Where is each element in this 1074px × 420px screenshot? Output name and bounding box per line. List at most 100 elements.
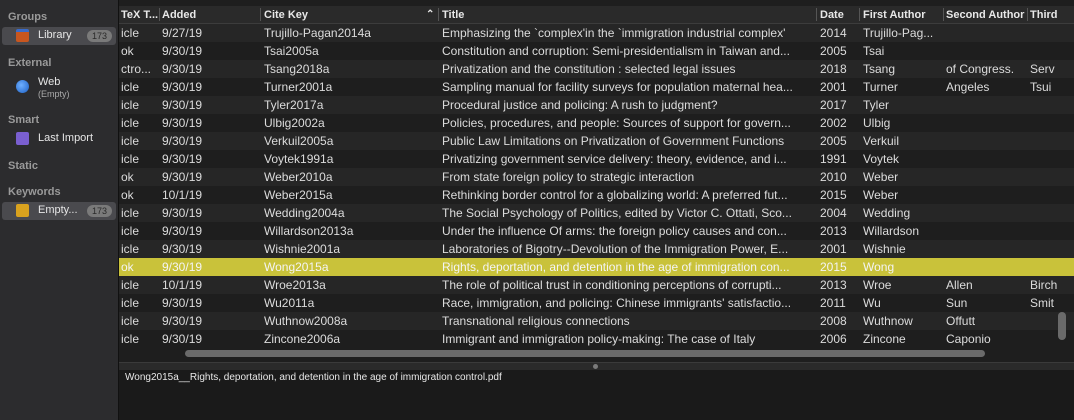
table-row[interactable]: icle 10/1/19 Wroe2013a The role of politica… xyxy=(119,276,1074,294)
cell-title: From state foreign policy to strategic i… xyxy=(442,170,695,184)
sidebar-item-last-import[interactable]: Last Import xyxy=(2,130,116,148)
column-header-third-author[interactable]: Third xyxy=(1030,9,1060,21)
sidebar-item-library[interactable]: Library 173 xyxy=(2,27,116,45)
table-row-selected[interactable]: ok 9/30/19 Wong2015a Rights, deportation, a… xyxy=(119,258,1074,276)
cell-first-author: Ulbig xyxy=(863,116,891,130)
cell-title: Policies, procedures, and people: Source… xyxy=(442,116,791,130)
table-row[interactable]: icle 9/27/19 Trujillo-Pagan2014a Emphasizin… xyxy=(119,24,1074,42)
cell-cite-key: Tyler2017a xyxy=(264,98,324,112)
table-row[interactable]: icle 9/30/19 Turner2001a Sampling manual fo… xyxy=(119,78,1074,96)
publications-table: TeX T... Added Cite Key ⌃ Title Date Fir… xyxy=(119,0,1074,346)
cell-cite-key: Voytek1991a xyxy=(264,152,334,166)
attached-files-pane: Wong2015a__Rights, deportation, and dete… xyxy=(119,370,1074,420)
cell-type: icle xyxy=(121,152,140,166)
cell-first-author: Tyler xyxy=(863,98,890,112)
cell-title: Procedural justice and policing: A rush … xyxy=(442,98,718,112)
column-header-date[interactable]: Date xyxy=(820,9,858,21)
cell-added: 9/30/19 xyxy=(162,62,203,76)
table-row[interactable]: icle 9/30/19 Wishnie2001a Laboratories of B… xyxy=(119,240,1074,258)
cell-type: icle xyxy=(121,80,140,94)
table-row[interactable]: ctro... 9/30/19 Tsang2018a Privatization an… xyxy=(119,60,1074,78)
column-header-title[interactable]: Title xyxy=(442,9,812,21)
cell-cite-key: Wuthnow2008a xyxy=(264,314,348,328)
cell-added: 10/1/19 xyxy=(162,188,203,202)
cell-type: icle xyxy=(121,26,140,40)
cell-title: Sampling manual for facility surveys for… xyxy=(442,80,793,94)
cell-added: 9/30/19 xyxy=(162,116,203,130)
cell-date: 2002 xyxy=(820,116,847,130)
table-row[interactable]: icle 9/30/19 Willardson2013a Under the infl… xyxy=(119,222,1074,240)
cell-added: 10/1/19 xyxy=(162,278,203,292)
cell-added: 9/30/19 xyxy=(162,152,203,166)
cell-type: icle xyxy=(121,134,140,148)
cell-first-author: Tsang xyxy=(863,62,896,76)
cell-cite-key: Weber2015a xyxy=(264,188,333,202)
column-header-second-author[interactable]: Second Author xyxy=(946,9,1026,21)
cell-first-author: Wroe xyxy=(863,278,892,292)
table-row[interactable]: icle 9/30/19 Tyler2017a Procedural justice … xyxy=(119,96,1074,114)
attached-file-name[interactable]: Wong2015a__Rights, deportation, and dete… xyxy=(125,372,502,383)
table-row[interactable]: ok 9/30/19 Tsai2005a Constitution and corru… xyxy=(119,42,1074,60)
cell-added: 9/30/19 xyxy=(162,170,203,184)
web-label: Web xyxy=(38,76,61,88)
keyword-label: Empty... xyxy=(38,204,78,216)
cell-date: 2018 xyxy=(820,62,847,76)
column-header-added[interactable]: Added xyxy=(162,9,257,21)
cell-second-author: Offutt xyxy=(946,314,976,328)
web-sublabel: (Empty) xyxy=(38,89,70,99)
cell-title: Privatization and the constitution : sel… xyxy=(442,62,736,76)
sidebar-item-web[interactable]: Web (Empty) xyxy=(2,74,116,100)
table-row[interactable]: icle 9/30/19 Wuthnow2008a Transnational rel… xyxy=(119,312,1074,330)
library-count-badge: 173 xyxy=(86,30,112,42)
cell-added: 9/30/19 xyxy=(162,242,203,256)
cell-added: 9/27/19 xyxy=(162,26,203,40)
table-row[interactable]: icle 9/30/19 Zincone2006a Immigrant and imm… xyxy=(119,330,1074,346)
splitter-handle[interactable] xyxy=(593,364,598,369)
cell-second-author: Sun xyxy=(946,296,968,310)
table-row[interactable]: icle 9/30/19 Wu2011a Race, immigration, and… xyxy=(119,294,1074,312)
cell-cite-key: Wroe2013a xyxy=(264,278,326,292)
cell-added: 9/30/19 xyxy=(162,206,203,220)
sort-ascending-icon: ⌃ xyxy=(426,9,435,20)
cell-type: icle xyxy=(121,98,140,112)
table-row[interactable]: icle 9/30/19 Ulbig2002a Policies, procedure… xyxy=(119,114,1074,132)
cell-title: Constitution and corruption: Semi-presid… xyxy=(442,44,790,58)
table-row[interactable]: icle 9/30/19 Wedding2004a The Social Psycho… xyxy=(119,204,1074,222)
cell-type: icle xyxy=(121,314,140,328)
cell-cite-key: Trujillo-Pagan2014a xyxy=(264,26,371,40)
table-row[interactable]: icle 9/30/19 Verkuil2005a Public Law Limita… xyxy=(119,132,1074,150)
column-header-cite-key[interactable]: Cite Key xyxy=(264,9,414,21)
cell-type: ok xyxy=(121,260,134,274)
cell-third-author: Birch xyxy=(1030,278,1058,292)
column-header-type[interactable]: TeX T... xyxy=(121,9,159,21)
cell-added: 9/30/19 xyxy=(162,134,203,148)
cell-first-author: Wu xyxy=(863,296,881,310)
cell-title: The role of political trust in condition… xyxy=(442,278,782,292)
cell-type: icle xyxy=(121,332,140,346)
cell-title: Rethinking border control for a globaliz… xyxy=(442,188,788,202)
groups-heading: Groups xyxy=(8,11,48,23)
cell-cite-key: Tsai2005a xyxy=(264,44,319,58)
cell-title: Under the influence Of arms: the foreign… xyxy=(442,224,787,238)
cell-added: 9/30/19 xyxy=(162,260,203,274)
cell-date: 2008 xyxy=(820,314,847,328)
cell-date: 2004 xyxy=(820,206,847,220)
cell-added: 9/30/19 xyxy=(162,314,203,328)
horizontal-scrollbar[interactable] xyxy=(185,350,985,357)
cell-cite-key: Turner2001a xyxy=(264,80,333,94)
external-heading: External xyxy=(8,57,52,69)
cell-second-author: of Congress. xyxy=(946,62,1015,76)
cell-date: 2013 xyxy=(820,278,847,292)
vertical-scrollbar[interactable] xyxy=(1058,312,1066,340)
table-row[interactable]: ok 9/30/19 Weber2010a From state foreign po… xyxy=(119,168,1074,186)
cell-added: 9/30/19 xyxy=(162,80,203,94)
cell-third-author: Tsui xyxy=(1030,80,1052,94)
import-icon xyxy=(16,132,29,145)
table-row[interactable]: ok 10/1/19 Weber2015a Rethinking border con… xyxy=(119,186,1074,204)
library-icon xyxy=(16,29,29,42)
column-header-first-author[interactable]: First Author xyxy=(863,9,941,21)
cell-first-author: Willardson xyxy=(863,224,920,238)
sidebar-item-keyword-empty[interactable]: Empty... 173 xyxy=(2,202,116,220)
cell-added: 9/30/19 xyxy=(162,98,203,112)
table-row[interactable]: icle 9/30/19 Voytek1991a Privatizing govern… xyxy=(119,150,1074,168)
